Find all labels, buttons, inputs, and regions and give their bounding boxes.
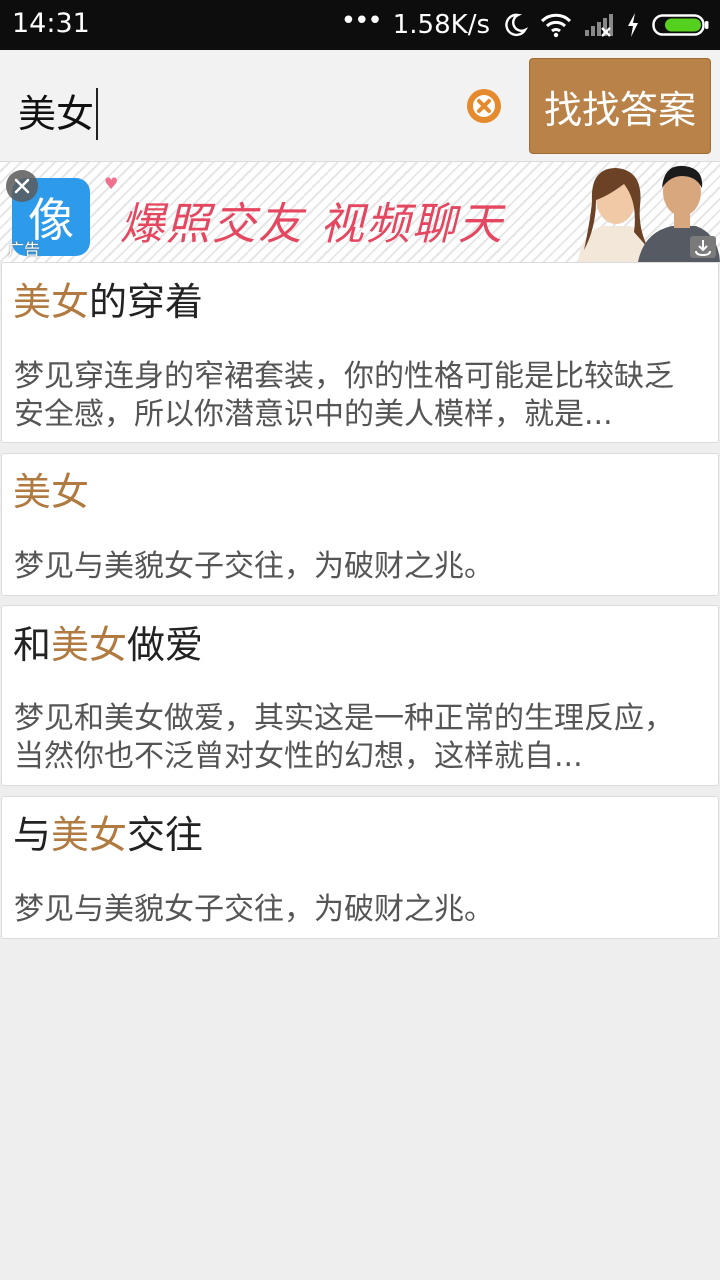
result-card[interactable]: 美女 梦见与美貌女子交往，为破财之兆。: [1, 453, 719, 596]
moon-icon: [505, 13, 528, 37]
ad-close-icon[interactable]: [6, 170, 38, 202]
close-icon: [14, 178, 30, 194]
ad-label: 广告: [8, 240, 41, 259]
result-description: 梦见穿连身的窄裙套装，你的性格可能是比较缺乏安全感，所以你潜意识中的美人模样，就…: [14, 359, 674, 432]
title-suffix: 交往: [127, 813, 204, 857]
title-keyword: 美女: [13, 470, 90, 514]
result-description: 梦见和美女做爱，其实这是一种正常的生理反应，当然你也不泛曾对女性的幻想，这样就自…: [14, 701, 674, 774]
search-query-wrapper[interactable]: 美女: [18, 88, 99, 140]
result-description: 梦见与美貌女子交往，为破财之兆。: [14, 892, 494, 927]
ad-download-icon[interactable]: [690, 236, 716, 258]
title-prefix: 与: [13, 813, 52, 857]
title-prefix: 和: [13, 623, 52, 667]
network-speed: 1.58K/s: [392, 10, 490, 40]
charging-icon: [628, 13, 638, 37]
title-keyword: 美女: [51, 813, 128, 857]
result-description: 梦见与美貌女子交往，为破财之兆。: [14, 549, 494, 584]
clear-search-icon[interactable]: [467, 89, 501, 123]
status-bar: 14:31 ••• 1.58K/s: [0, 0, 720, 50]
search-query-text[interactable]: 美女: [18, 92, 94, 136]
find-answer-button[interactable]: 找找答案: [529, 58, 711, 154]
result-title[interactable]: 与美女交往: [13, 811, 203, 859]
more-dots-icon: •••: [340, 6, 383, 36]
title-suffix: 做爱: [127, 623, 204, 667]
clear-x-glyph: [473, 95, 495, 117]
wifi-icon: [540, 13, 572, 38]
text-caret: [96, 88, 99, 140]
status-right-group: ••• 1.58K/s: [341, 0, 710, 50]
battery-icon: [652, 14, 709, 36]
title-keyword: 美女: [13, 280, 90, 324]
search-input[interactable]: 美女: [2, 54, 522, 158]
title-keyword: 美女: [51, 623, 128, 667]
heart-icon: ♥: [104, 174, 119, 193]
result-card[interactable]: 和美女做爱 梦见和美女做爱，其实这是一种正常的生理反应，当然你也不泛曾对女性的幻…: [1, 605, 719, 786]
ad-slogan: 爆照交友 视频聊天: [120, 199, 504, 250]
result-title[interactable]: 美女: [13, 468, 89, 516]
result-title[interactable]: 美女的穿着: [13, 278, 203, 326]
download-glyph: [695, 240, 711, 257]
title-suffix: 的穿着: [89, 280, 204, 324]
ad-banner[interactable]: 像 广告 ♥ 爆照交友 视频聊天: [0, 162, 720, 262]
result-card[interactable]: 与美女交往 梦见与美貌女子交往，为破财之兆。: [1, 796, 719, 939]
signal-icon: [585, 14, 613, 37]
status-time: 14:31: [12, 8, 90, 39]
result-card[interactable]: 美女的穿着 梦见穿连身的窄裙套装，你的性格可能是比较缺乏安全感，所以你潜意识中的…: [1, 262, 719, 443]
result-title[interactable]: 和美女做爱: [13, 621, 203, 669]
